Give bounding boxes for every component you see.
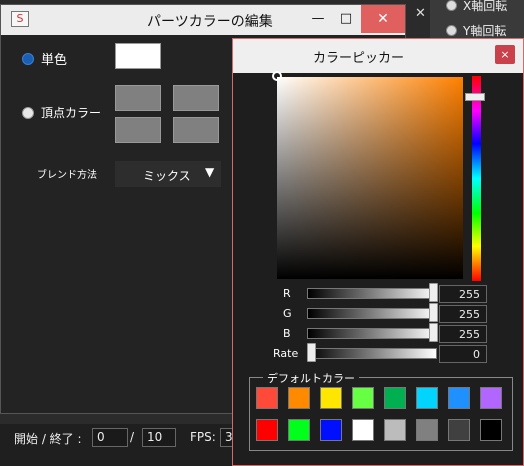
rotate-y-label: Y軸回転 bbox=[463, 23, 507, 38]
color-picker-titlebar[interactable]: カラーピッカー × bbox=[233, 39, 523, 73]
rotate-y-option[interactable]: Y軸回転 bbox=[446, 20, 506, 40]
rotate-y-radio[interactable] bbox=[446, 24, 457, 36]
color-picker-close-button[interactable]: × bbox=[495, 45, 515, 64]
default-color-swatch[interactable] bbox=[352, 387, 374, 409]
single-color-swatch[interactable] bbox=[115, 43, 161, 69]
start-frame-input[interactable]: 0 bbox=[92, 428, 128, 447]
sv-cursor-handle[interactable] bbox=[272, 71, 282, 81]
background-close-icon[interactable]: ✕ bbox=[415, 6, 426, 21]
default-color-swatch[interactable] bbox=[448, 419, 470, 441]
rate-slider-track[interactable] bbox=[307, 348, 437, 359]
r-slider-track[interactable] bbox=[307, 288, 437, 299]
default-color-swatch[interactable] bbox=[256, 419, 278, 441]
rotate-x-radio[interactable] bbox=[446, 0, 457, 11]
default-color-swatch[interactable] bbox=[480, 419, 502, 441]
default-color-swatch[interactable] bbox=[288, 387, 310, 409]
rate-label: Rate bbox=[273, 347, 299, 360]
single-color-radio[interactable] bbox=[22, 53, 34, 65]
color-picker-title: カラーピッカー bbox=[313, 51, 405, 66]
vertex-color-radio[interactable] bbox=[22, 107, 34, 119]
saturation-value-area[interactable] bbox=[272, 71, 463, 279]
rate-slider-knob[interactable] bbox=[307, 343, 316, 362]
blend-method-select[interactable]: ミックス ▼ bbox=[115, 161, 221, 187]
minimize-button[interactable]: — bbox=[305, 5, 331, 33]
r-value-input[interactable]: 255 bbox=[439, 285, 487, 303]
default-color-swatch[interactable] bbox=[320, 387, 342, 409]
hue-handle[interactable] bbox=[465, 93, 485, 101]
default-color-swatch[interactable] bbox=[320, 419, 342, 441]
end-frame-input[interactable]: 10 bbox=[142, 428, 176, 447]
app-icon: S bbox=[11, 11, 29, 27]
rotate-x-option[interactable]: X軸回転 bbox=[446, 0, 507, 15]
color-picker-window: カラーピッカー × R 255 G 255 B 255 Rate 0 デフォルト… bbox=[232, 38, 524, 466]
single-color-label: 単色 bbox=[41, 53, 68, 68]
blend-method-label: ブレンド方法 bbox=[37, 170, 97, 181]
vertex-color-swatch-4[interactable] bbox=[173, 117, 219, 143]
blend-method-value: ミックス bbox=[143, 169, 191, 183]
g-slider-knob[interactable] bbox=[429, 303, 438, 322]
r-slider-knob[interactable] bbox=[429, 283, 438, 302]
default-color-swatch[interactable] bbox=[384, 419, 406, 441]
maximize-button[interactable]: □ bbox=[333, 5, 359, 33]
g-label: G bbox=[283, 307, 292, 320]
b-label: B bbox=[283, 327, 291, 340]
g-slider-track[interactable] bbox=[307, 308, 437, 319]
b-value-input[interactable]: 255 bbox=[439, 325, 487, 343]
rate-value-input[interactable]: 0 bbox=[439, 345, 487, 363]
default-color-swatch[interactable] bbox=[384, 387, 406, 409]
parts-color-titlebar[interactable]: S パーツカラーの編集 — □ ✕ bbox=[1, 5, 405, 35]
dropdown-arrow-icon: ▼ bbox=[205, 165, 215, 179]
window-title: パーツカラーの編集 bbox=[147, 14, 273, 30]
default-color-swatch[interactable] bbox=[288, 419, 310, 441]
vertex-color-label: 頂点カラー bbox=[41, 106, 102, 120]
b-slider-knob[interactable] bbox=[429, 323, 438, 342]
window-close-button[interactable]: ✕ bbox=[361, 5, 405, 33]
vertex-color-swatch-2[interactable] bbox=[173, 85, 219, 111]
default-color-swatch[interactable] bbox=[448, 387, 470, 409]
start-end-label: 開始 / 終了 : bbox=[14, 432, 82, 446]
frame-separator: / bbox=[130, 430, 135, 444]
default-color-swatch[interactable] bbox=[416, 387, 438, 409]
vertex-color-swatch-3[interactable] bbox=[115, 117, 161, 143]
hue-bar[interactable] bbox=[472, 76, 481, 281]
default-colors-title: デフォルトカラー bbox=[263, 370, 359, 386]
r-label: R bbox=[283, 287, 291, 300]
fps-label: FPS: bbox=[190, 430, 216, 444]
default-color-swatch[interactable] bbox=[256, 387, 278, 409]
rotate-x-label: X軸回転 bbox=[463, 0, 508, 13]
vertex-color-swatch-1[interactable] bbox=[115, 85, 161, 111]
default-color-swatch[interactable] bbox=[416, 419, 438, 441]
default-color-swatch[interactable] bbox=[480, 387, 502, 409]
g-value-input[interactable]: 255 bbox=[439, 305, 487, 323]
b-slider-track[interactable] bbox=[307, 328, 437, 339]
default-color-swatch[interactable] bbox=[352, 419, 374, 441]
